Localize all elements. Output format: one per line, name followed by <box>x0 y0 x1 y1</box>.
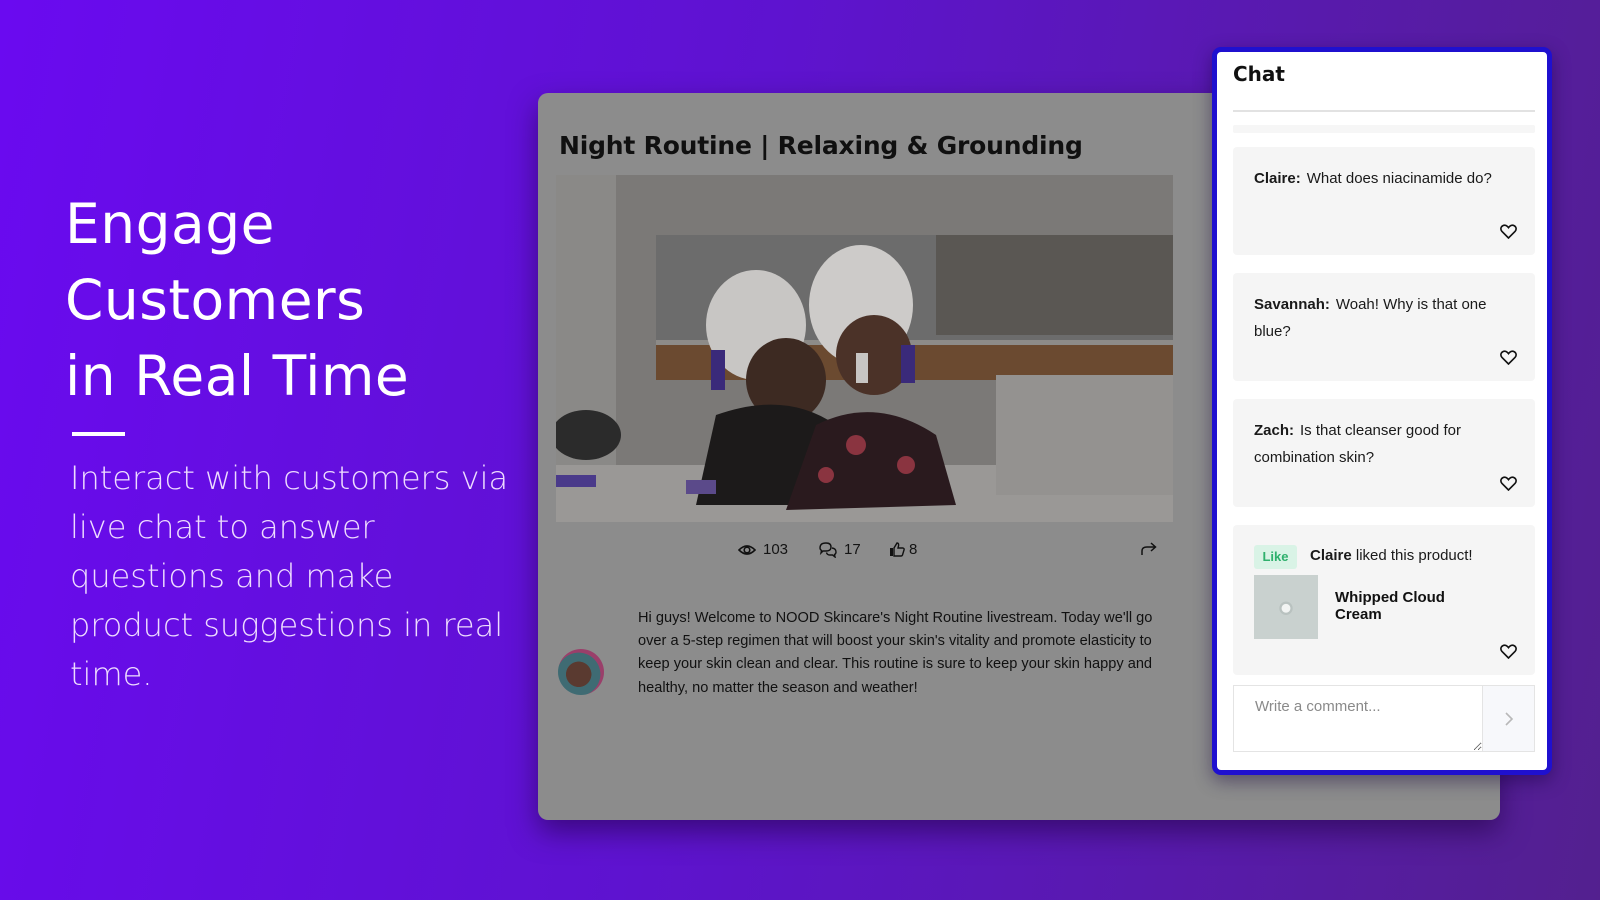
video-thumbnail-image <box>556 175 1173 522</box>
comment-box <box>1233 685 1535 752</box>
send-button[interactable] <box>1482 686 1534 751</box>
hero-title-line: in Real Time <box>65 344 410 408</box>
chevron-right-icon <box>1504 711 1513 726</box>
message-author: Claire: <box>1254 170 1301 187</box>
comments-count: 17 <box>844 541 861 558</box>
heart-icon[interactable] <box>1500 224 1517 239</box>
views-count: 103 <box>763 541 789 558</box>
product-name[interactable]: Whipped Cloud Cream <box>1335 589 1485 623</box>
message-author: Zach: <box>1254 422 1295 439</box>
chat-panel: Chat Claire: What does niacinamide do? Sa… <box>1212 47 1552 775</box>
heart-icon[interactable] <box>1500 644 1517 659</box>
heart-icon[interactable] <box>1500 476 1517 491</box>
heart-icon[interactable] <box>1500 350 1517 365</box>
share-button[interactable] <box>1140 542 1157 560</box>
comments-stat[interactable]: 17 <box>819 541 861 558</box>
host-avatar[interactable] <box>558 649 604 695</box>
likes-count: 8 <box>909 541 918 558</box>
like-event-card: Like Claire liked this product! Whipped … <box>1233 525 1535 675</box>
chat-message: Zach: Is that cleanser good for combinati… <box>1233 399 1535 507</box>
hero-title-line: Customers <box>65 268 366 332</box>
chat-message: Savannah: Woah! Why is that one blue? <box>1233 273 1535 381</box>
chat-message: Claire: What does niacinamide do? <box>1233 147 1535 255</box>
eye-icon <box>738 544 756 555</box>
views-stat: 103 <box>738 541 788 558</box>
video-player[interactable] <box>556 175 1173 522</box>
stream-description: Hi guys! Welcome to NOOD Skincare's Nigh… <box>638 610 1153 696</box>
likes-stat[interactable]: 8 <box>889 541 917 558</box>
comment-input[interactable] <box>1234 686 1482 751</box>
hero-subtitle: Interact with customers via live chat to… <box>70 459 509 693</box>
hero-title: Engage Customers in Real Time <box>65 186 409 414</box>
share-arrow-icon <box>1141 542 1157 555</box>
hero-title-line: Engage <box>65 192 275 256</box>
product-thumbnail[interactable] <box>1254 575 1318 639</box>
chat-scroll-placeholder <box>1233 125 1535 133</box>
message-author: Savannah: <box>1254 296 1330 313</box>
stream-title: Night Routine | Relaxing & Grounding <box>559 131 1083 160</box>
like-event-user: Claire <box>1310 547 1352 564</box>
message-text: What does niacinamide do? <box>1306 170 1492 187</box>
like-event-text: Claire liked this product! <box>1310 547 1473 564</box>
chat-divider <box>1233 110 1535 112</box>
chat-bubbles-icon <box>819 541 837 558</box>
like-badge: Like <box>1254 545 1297 569</box>
chat-title: Chat <box>1233 62 1285 86</box>
hero-divider <box>72 432 125 436</box>
thumbs-up-icon <box>890 542 905 557</box>
stream-stats-bar: 103 17 8 <box>538 537 1178 567</box>
